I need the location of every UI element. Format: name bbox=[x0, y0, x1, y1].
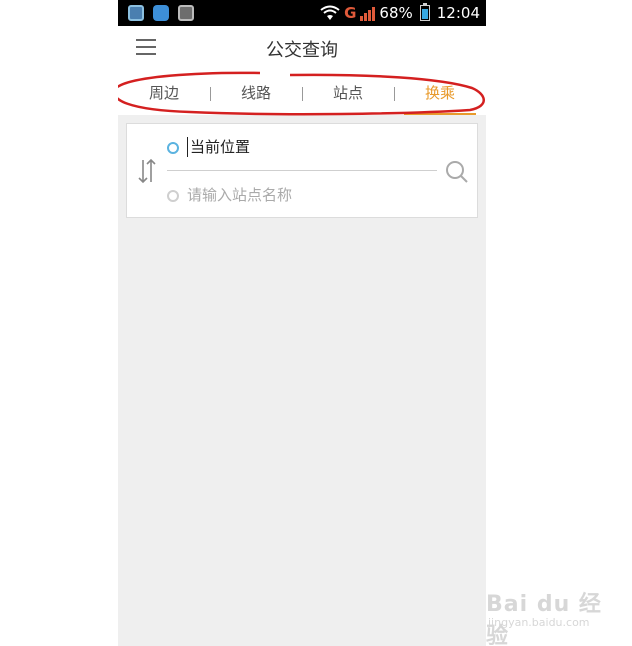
app-notification-icon bbox=[128, 5, 144, 21]
signal-strength-icon bbox=[360, 5, 376, 21]
search-icon[interactable] bbox=[445, 160, 469, 184]
swap-arrows-icon[interactable] bbox=[137, 158, 157, 184]
status-bar: G 68% 12:04 bbox=[118, 0, 486, 26]
start-point-icon bbox=[167, 142, 179, 154]
notification-icons bbox=[128, 5, 194, 21]
baidu-jingyan-watermark: Bai du 经验 jingyan.baidu.com bbox=[486, 578, 606, 646]
tab-transfer[interactable]: 换乘 bbox=[394, 71, 486, 115]
battery-icon bbox=[419, 3, 430, 21]
wifi-icon bbox=[320, 5, 340, 20]
tab-lines[interactable]: 线路 bbox=[210, 71, 302, 115]
tab-bar: 周边 线路 站点 换乘 bbox=[118, 71, 486, 115]
field-divider bbox=[167, 170, 437, 171]
start-location-input[interactable]: 当前位置 bbox=[187, 137, 250, 157]
page-title: 公交查询 bbox=[266, 40, 338, 61]
phone-screen: G 68% 12:04 公交查询 周边 线路 站点 换乘 当前位置 请输入站点名… bbox=[118, 0, 486, 646]
app-notification-icon bbox=[178, 5, 194, 21]
route-planner-card: 当前位置 请输入站点名称 bbox=[126, 123, 478, 218]
tab-stations[interactable]: 站点 bbox=[302, 71, 394, 115]
tab-nearby[interactable]: 周边 bbox=[118, 71, 210, 115]
app-notification-icon bbox=[153, 5, 169, 21]
network-type-label: G bbox=[344, 4, 357, 22]
destination-input[interactable]: 请输入站点名称 bbox=[187, 185, 292, 205]
end-point-icon bbox=[167, 190, 179, 202]
battery-percent: 68% bbox=[379, 4, 413, 22]
app-header: 公交查询 bbox=[118, 26, 486, 71]
clock: 12:04 bbox=[436, 4, 480, 22]
watermark-url: jingyan.baidu.com bbox=[488, 616, 590, 629]
